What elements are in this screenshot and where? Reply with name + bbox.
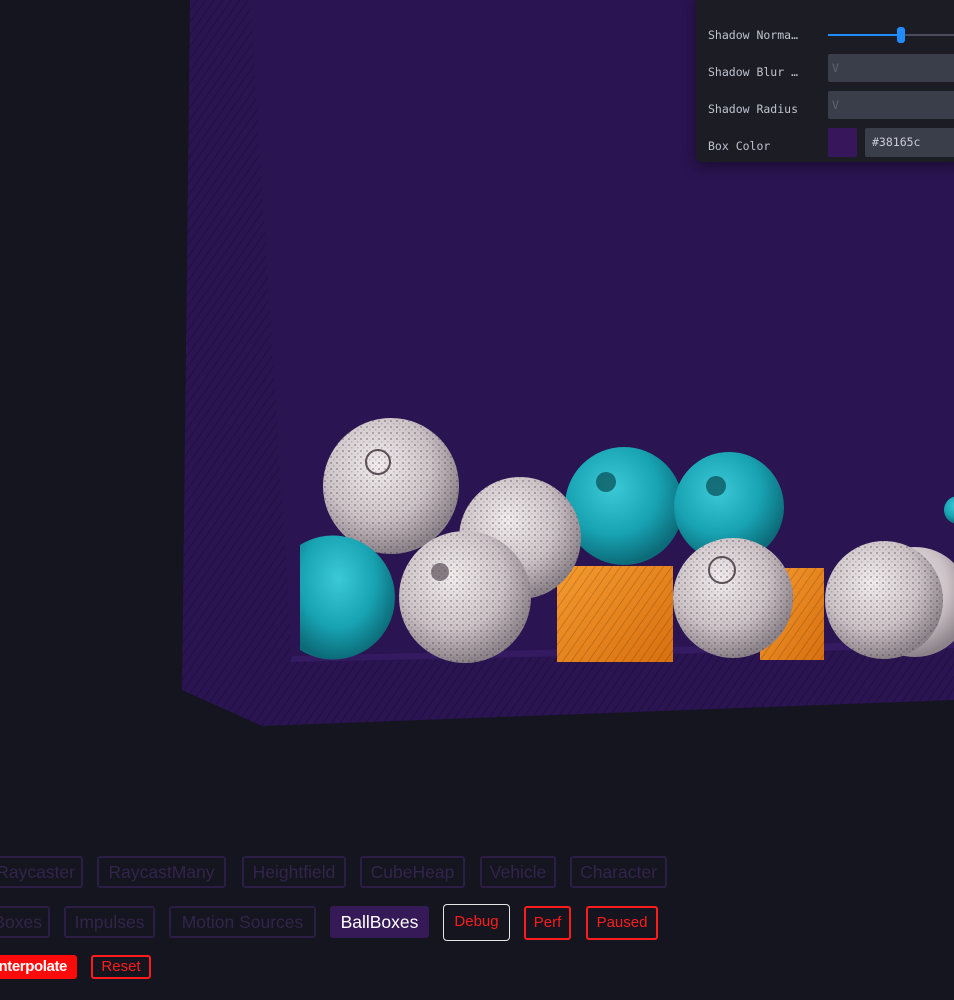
shadow-normal-row: Shadow Norma…	[696, 23, 954, 49]
demo-vehicle-button[interactable]: Vehicle	[480, 856, 556, 888]
shadow-radius-label: Shadow Radius	[708, 102, 799, 116]
slider-fill	[828, 34, 901, 36]
shadow-normal-slider[interactable]	[828, 25, 954, 45]
debug-toggle-button[interactable]: Debug	[443, 904, 510, 941]
demo-raycaster-button[interactable]: Raycaster	[0, 856, 83, 888]
box-color-hex-input[interactable]: #38165c	[865, 128, 954, 157]
shadow-radius-row: Shadow Radius V	[696, 91, 954, 123]
demo-heightfield-button[interactable]: Heightfield	[242, 856, 346, 888]
interpolate-toggle-button[interactable]: Interpolate	[0, 955, 77, 979]
shadow-radius-input[interactable]: V	[828, 91, 954, 119]
demo-ballboxes-button[interactable]: BallBoxes	[330, 906, 429, 938]
shadow-blur-label: Shadow Blur …	[708, 65, 799, 79]
settings-panel: Shadow Norma… Shadow Blur … V Shadow Rad…	[696, 0, 954, 162]
shadow-blur-row: Shadow Blur … V	[696, 54, 954, 86]
demo-character-button[interactable]: Character	[570, 856, 667, 888]
shadow-normal-label: Shadow Norma…	[708, 28, 799, 42]
demo-boxes-button[interactable]: Boxes	[0, 906, 50, 938]
box-color-row: Box Color #38165c	[696, 128, 954, 160]
paused-toggle-button[interactable]: Paused	[586, 906, 658, 940]
demo-cubeheap-button[interactable]: CubeHeap	[360, 856, 465, 888]
demo-raycastmany-button[interactable]: RaycastMany	[97, 856, 226, 888]
perf-toggle-button[interactable]: Perf	[524, 906, 571, 940]
slider-thumb[interactable]	[896, 27, 905, 43]
shadow-blur-input[interactable]: V	[828, 54, 954, 82]
box-color-label: Box Color	[708, 139, 771, 153]
demo-impulses-button[interactable]: Impulses	[64, 906, 155, 938]
demo-motion-sources-button[interactable]: Motion Sources	[169, 906, 316, 938]
box-color-swatch[interactable]	[828, 128, 857, 157]
reset-button[interactable]: Reset	[91, 955, 151, 979]
